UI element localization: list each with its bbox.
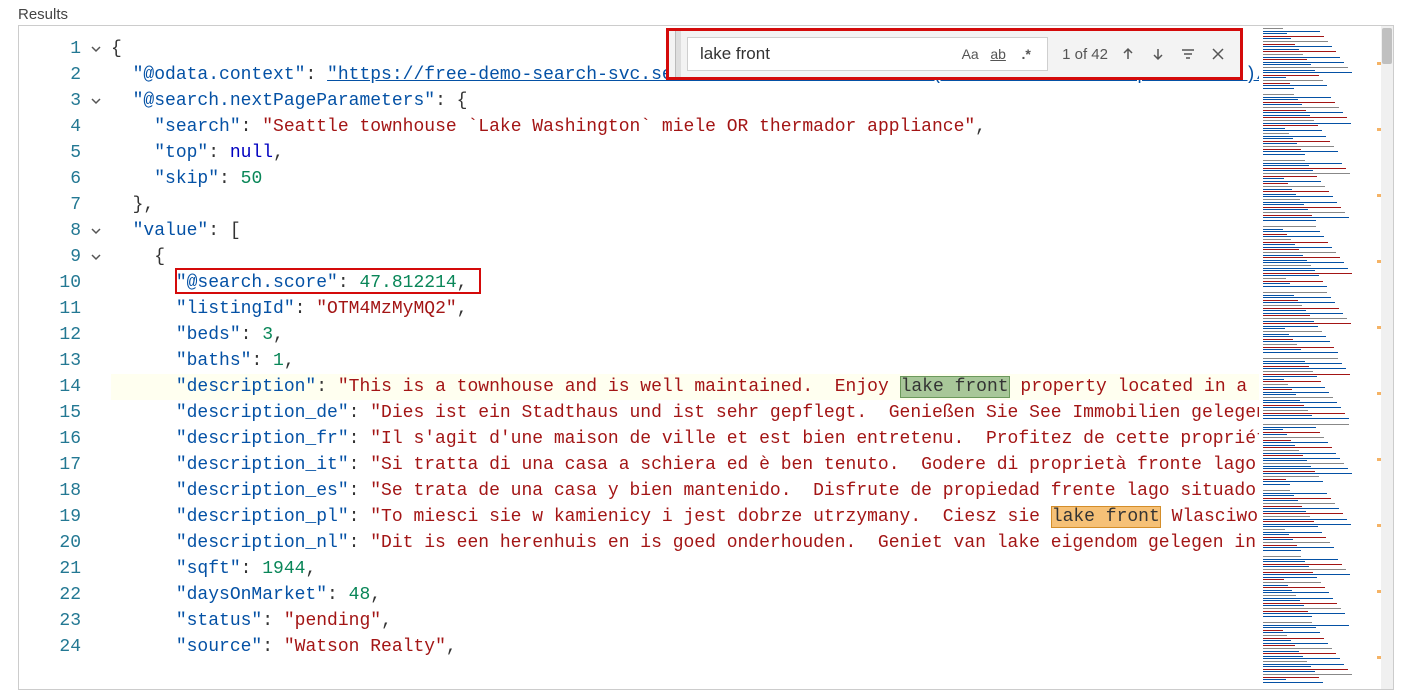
line-number: 8 bbox=[19, 218, 111, 244]
line-number: 9 bbox=[19, 244, 111, 270]
find-prev-icon[interactable] bbox=[1118, 44, 1138, 64]
find-filter-icon[interactable] bbox=[1178, 44, 1198, 64]
code-line: "value": [ bbox=[111, 218, 1259, 244]
line-gutter: 123456789101112131415161718192021222324 bbox=[19, 36, 111, 660]
line-number: 11 bbox=[19, 296, 111, 322]
code-line: { bbox=[111, 244, 1259, 270]
line-number: 23 bbox=[19, 608, 111, 634]
line-number: 14 bbox=[19, 374, 111, 400]
line-number: 3 bbox=[19, 88, 111, 114]
find-resize-grip[interactable] bbox=[675, 31, 681, 77]
code-line: "status": "pending", bbox=[111, 608, 1259, 634]
find-count: 1 of 42 bbox=[1062, 46, 1108, 63]
line-number: 24 bbox=[19, 634, 111, 660]
line-number: 20 bbox=[19, 530, 111, 556]
code-line: "top": null, bbox=[111, 140, 1259, 166]
vertical-scrollbar[interactable] bbox=[1381, 26, 1393, 689]
find-widget: Aa ab .* 1 of 42 bbox=[666, 28, 1243, 80]
line-number: 12 bbox=[19, 322, 111, 348]
line-number: 1 bbox=[19, 36, 111, 62]
code-line: "@search.score": 47.812214, bbox=[111, 270, 1259, 296]
line-number: 4 bbox=[19, 114, 111, 140]
results-header: Results bbox=[0, 0, 1414, 25]
code-line: "skip": 50 bbox=[111, 166, 1259, 192]
line-number: 21 bbox=[19, 556, 111, 582]
line-number: 7 bbox=[19, 192, 111, 218]
code-line: "baths": 1, bbox=[111, 348, 1259, 374]
search-match-current: lake front bbox=[900, 376, 1010, 398]
code-line: "description_it": "Si tratta di una casa… bbox=[111, 452, 1259, 478]
find-close-icon[interactable] bbox=[1208, 44, 1228, 64]
code-line: "search": "Seattle townhouse `Lake Washi… bbox=[111, 114, 1259, 140]
line-number: 19 bbox=[19, 504, 111, 530]
line-number: 2 bbox=[19, 62, 111, 88]
code-line: "listingId": "OTM4MzMyMQ2", bbox=[111, 296, 1259, 322]
find-next-icon[interactable] bbox=[1148, 44, 1168, 64]
line-number: 16 bbox=[19, 426, 111, 452]
code-line: "description_nl": "Dit is een herenhuis … bbox=[111, 530, 1259, 556]
line-number: 6 bbox=[19, 166, 111, 192]
line-number: 13 bbox=[19, 348, 111, 374]
line-number: 22 bbox=[19, 582, 111, 608]
match-whole-word-icon[interactable]: ab bbox=[987, 46, 1009, 62]
find-input-wrap: Aa ab .* bbox=[687, 37, 1048, 71]
code-line: "@search.nextPageParameters": { bbox=[111, 88, 1259, 114]
code-line: "description_de": "Dies ist ein Stadthau… bbox=[111, 400, 1259, 426]
code-line: "description_fr": "Il s'agit d'une maiso… bbox=[111, 426, 1259, 452]
code-line: "description_es": "Se trata de una casa … bbox=[111, 478, 1259, 504]
line-number: 5 bbox=[19, 140, 111, 166]
match-case-icon[interactable]: Aa bbox=[959, 46, 981, 62]
regex-icon[interactable]: .* bbox=[1015, 46, 1037, 62]
line-number: 15 bbox=[19, 400, 111, 426]
code-line: "description_pl": "To miesci sie w kamie… bbox=[111, 504, 1259, 530]
line-number: 18 bbox=[19, 478, 111, 504]
code-line: "daysOnMarket": 48, bbox=[111, 582, 1259, 608]
line-number: 17 bbox=[19, 452, 111, 478]
scrollbar-thumb[interactable] bbox=[1382, 28, 1392, 64]
minimap[interactable] bbox=[1261, 26, 1381, 689]
code-line: "sqft": 1944, bbox=[111, 556, 1259, 582]
code-line: "source": "Watson Realty", bbox=[111, 634, 1259, 660]
search-match: lake front bbox=[1051, 506, 1161, 528]
code-line: "description": "This is a townhouse and … bbox=[111, 374, 1259, 400]
code-view[interactable]: { "@odata.context": "https://free-demo-s… bbox=[111, 36, 1259, 660]
code-line: }, bbox=[111, 192, 1259, 218]
find-input[interactable] bbox=[698, 43, 901, 65]
code-line: "beds": 3, bbox=[111, 322, 1259, 348]
editor-pane: Aa ab .* 1 of 42 bbox=[18, 25, 1394, 690]
line-number: 10 bbox=[19, 270, 111, 296]
